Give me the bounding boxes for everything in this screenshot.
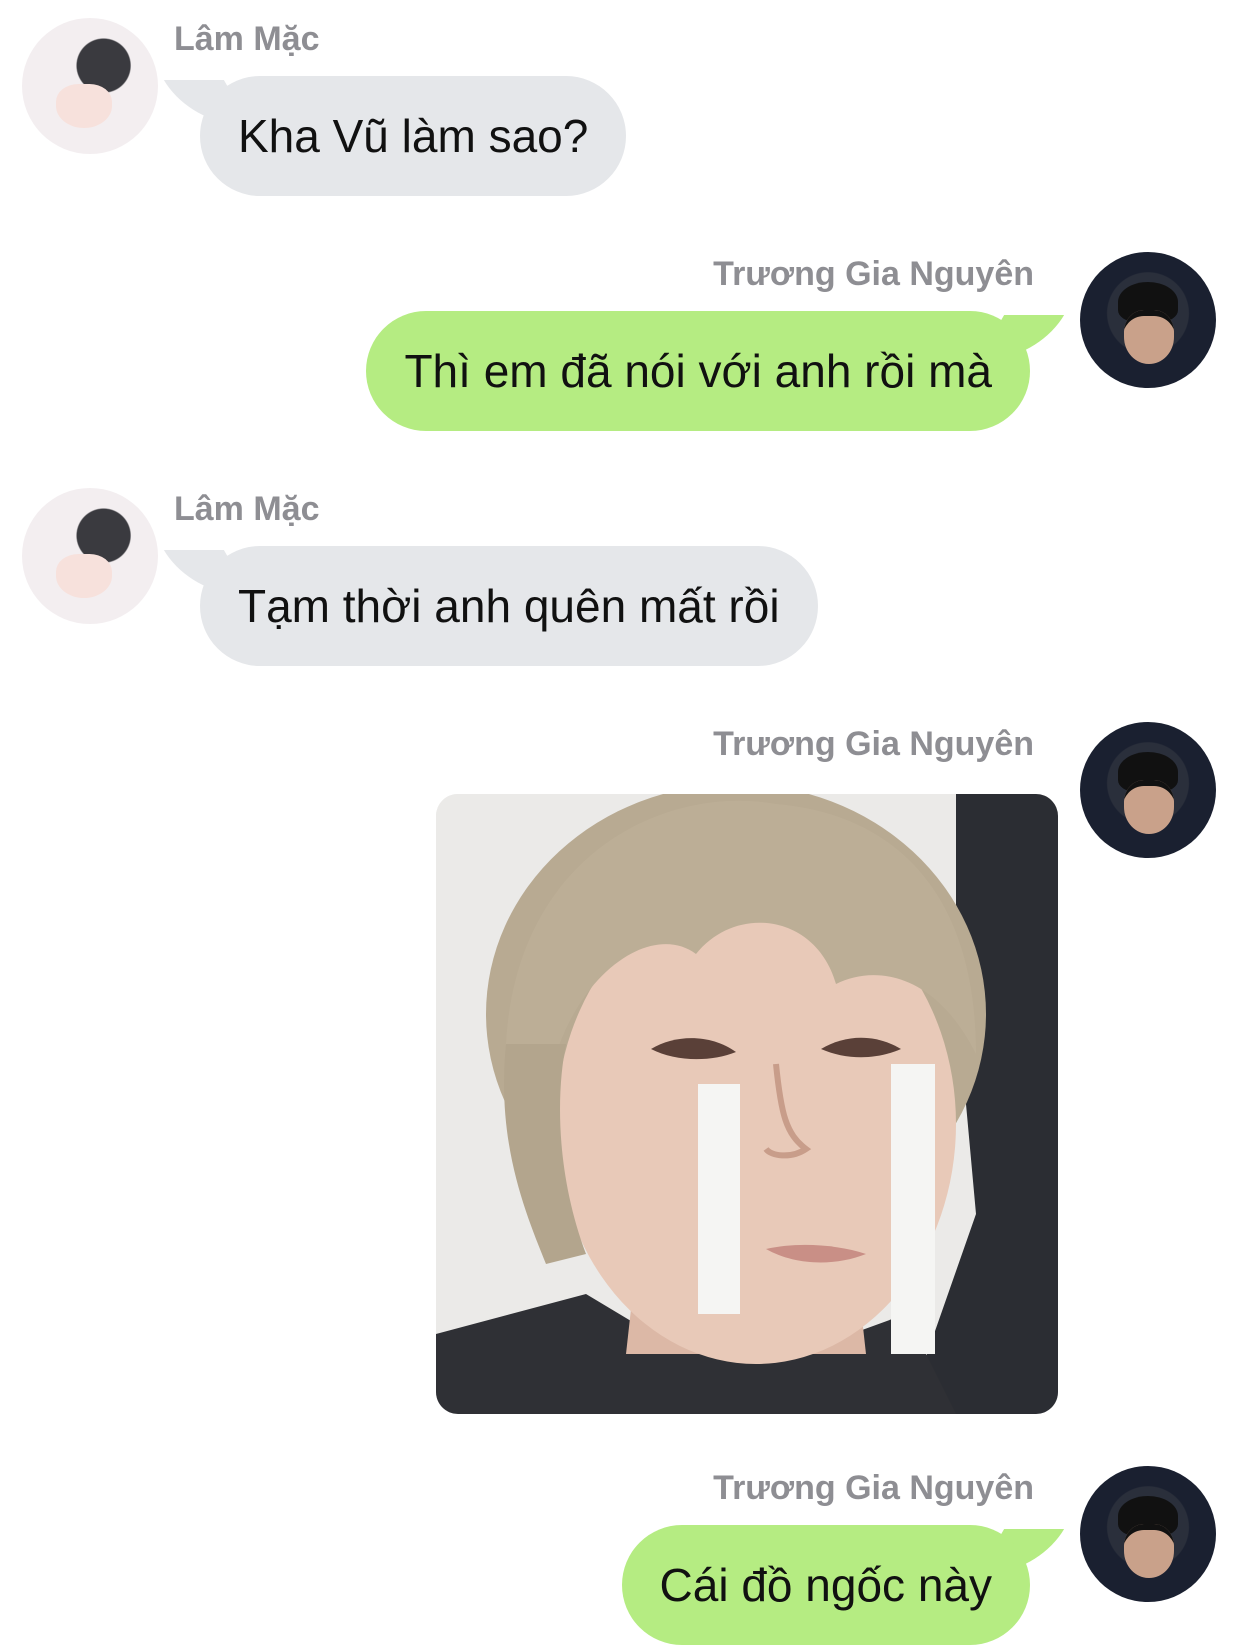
sender-name: Lâm Mặc <box>174 490 320 528</box>
message-bubble-outgoing[interactable]: Cái đồ ngốc này <box>621 1525 1030 1645</box>
sender-name: Trương Gia Nguyên <box>713 1469 1034 1507</box>
avatar-truong-gia-nguyen[interactable] <box>1080 722 1216 858</box>
avatar-lam-mac[interactable] <box>22 488 158 624</box>
avatar-truong-gia-nguyen[interactable] <box>1080 1466 1216 1602</box>
message-bubble-incoming[interactable]: Kha Vũ làm sao? <box>200 76 627 196</box>
crying-face-image <box>436 794 1058 1414</box>
image-message-crying-face[interactable] <box>436 794 1058 1414</box>
avatar-truong-gia-nguyen[interactable] <box>1080 252 1216 388</box>
sender-name: Trương Gia Nguyên <box>713 725 1034 763</box>
sender-name: Trương Gia Nguyên <box>713 255 1034 293</box>
message-bubble-incoming[interactable]: Tạm thời anh quên mất rồi <box>200 546 818 666</box>
sender-name: Lâm Mặc <box>174 20 320 58</box>
message-bubble-outgoing[interactable]: Thì em đã nói với anh rồi mà <box>366 311 1030 431</box>
avatar-lam-mac[interactable] <box>22 18 158 154</box>
